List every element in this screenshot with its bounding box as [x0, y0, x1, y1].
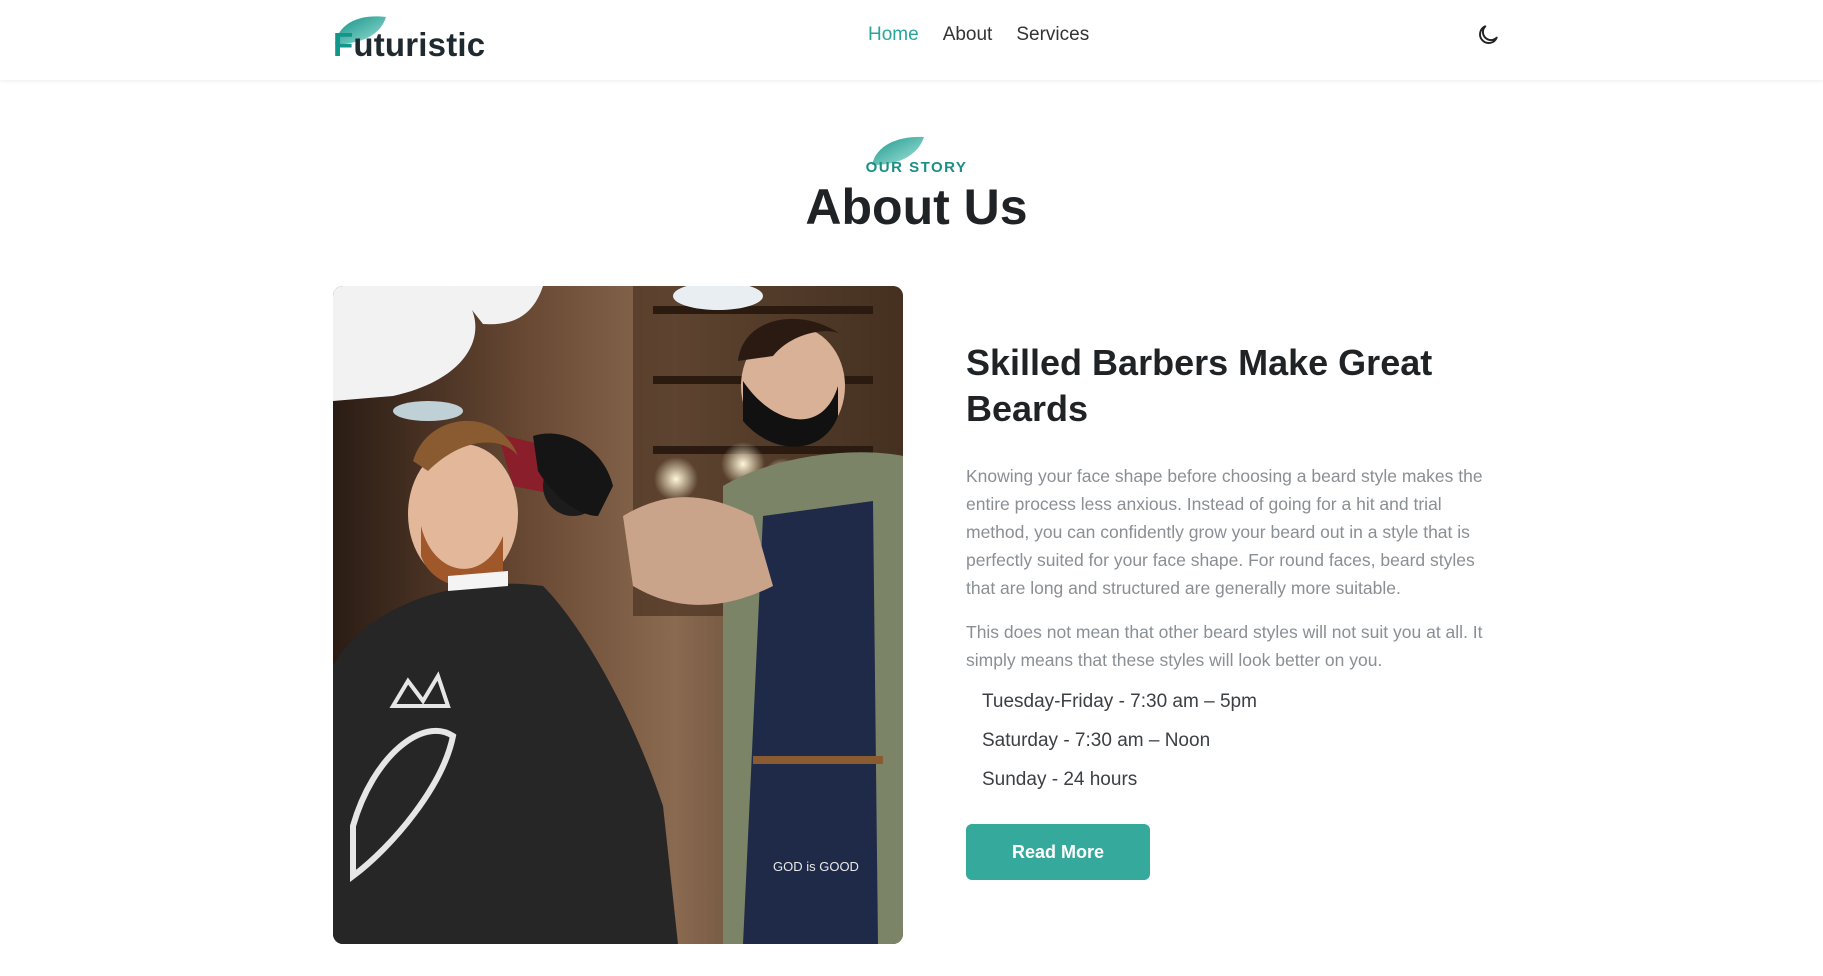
about-paragraph-1: Knowing your face shape before choosing …	[966, 466, 1483, 598]
page-title: About Us	[805, 179, 1028, 235]
hours-item: Saturday - 7:30 am – Noon	[982, 730, 1211, 751]
about-heading: Skilled Barbers Make Great Beards	[966, 342, 1433, 429]
barber-photo: GOD is GOOD	[333, 286, 903, 944]
moon-icon	[1479, 25, 1498, 44]
logo-link[interactable]: Futuristic	[333, 10, 485, 63]
eyebrow-text: OUR STORY	[865, 159, 968, 176]
nav-services[interactable]: Services	[1016, 23, 1089, 47]
site-header: Futuristic Home About Services	[0, 0, 1823, 80]
logo-text: Futuristic	[333, 26, 486, 63]
opening-hours-list: Tuesday-Friday - 7:30 am – 5pm Saturday …	[966, 690, 1506, 792]
nav-about[interactable]: About	[943, 23, 993, 47]
about-paragraph-2: This does not mean that other beard styl…	[966, 622, 1483, 670]
section-eyebrow: OUR STORY	[0, 130, 1823, 180]
apron-text: GOD is GOOD	[773, 859, 859, 874]
nav-home[interactable]: Home	[868, 23, 919, 47]
main-nav: Home About Services	[868, 23, 1089, 47]
theme-toggle-button[interactable]	[1475, 22, 1501, 48]
hours-item: Tuesday-Friday - 7:30 am – 5pm	[982, 691, 1257, 712]
hours-item: Sunday - 24 hours	[982, 769, 1138, 790]
read-more-button[interactable]: Read More	[966, 824, 1150, 880]
about-content: Skilled Barbers Make Great Beards Knowin…	[966, 340, 1506, 880]
